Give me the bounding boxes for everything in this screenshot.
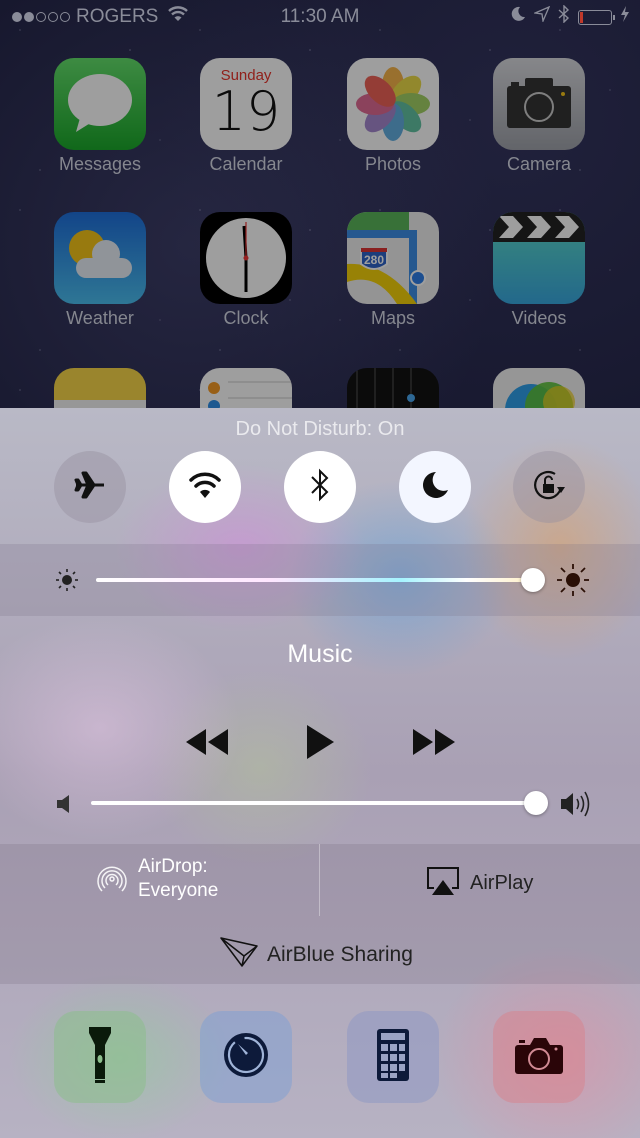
app-label: Camera — [506, 154, 572, 174]
app-label: Calendar — [209, 154, 283, 174]
app-photos[interactable]: Photos — [347, 58, 439, 175]
app-weather[interactable]: Weather — [54, 212, 146, 329]
brightness-slider-knob[interactable] — [521, 568, 545, 592]
volume-slider-knob[interactable] — [524, 791, 548, 815]
volume-low-icon — [56, 794, 72, 819]
airplay-label: AirPlay — [470, 872, 534, 894]
app-reminders[interactable] — [200, 368, 292, 408]
photos-icon — [347, 58, 439, 150]
moon-icon — [510, 6, 526, 28]
airblue-label: AirBlue Sharing — [267, 942, 413, 966]
camera-button[interactable] — [493, 1011, 585, 1103]
airplane-icon — [74, 469, 106, 506]
airdrop-icon — [94, 859, 130, 900]
rotation-lock-icon — [531, 467, 567, 508]
rewind-icon — [184, 727, 230, 762]
rotation-lock-toggle[interactable] — [513, 451, 585, 523]
app-stocks[interactable] — [347, 368, 439, 408]
stocks-icon — [347, 368, 439, 408]
bluetooth-icon — [558, 4, 570, 29]
fast-forward-button[interactable] — [411, 728, 457, 760]
maps-icon: 280 — [347, 212, 439, 304]
rewind-button[interactable] — [184, 728, 230, 760]
app-messages[interactable]: Messages — [54, 58, 146, 175]
app-maps[interactable]: 280 Maps — [347, 212, 439, 329]
airdrop-button[interactable]: AirDrop: Everyone — [94, 855, 218, 903]
flashlight-icon — [87, 1025, 113, 1090]
paper-plane-icon — [220, 936, 258, 973]
videos-icon — [493, 212, 585, 304]
calendar-icon: Sunday 19 — [200, 58, 292, 150]
highway-shield: 280 — [364, 253, 384, 267]
charging-icon — [620, 6, 630, 28]
timer-button[interactable] — [200, 1011, 292, 1103]
bluetooth-icon — [310, 468, 330, 507]
battery-icon — [578, 9, 615, 25]
app-clock[interactable]: Clock — [200, 212, 292, 329]
do-not-disturb-toggle[interactable] — [399, 451, 471, 523]
brightness-low-icon — [55, 568, 79, 597]
app-label: Clock — [223, 308, 269, 328]
calculator-button[interactable] — [347, 1011, 439, 1103]
status-bar: ROGERS 11:30 AM — [0, 0, 640, 34]
calculator-icon — [376, 1028, 410, 1087]
volume-slider[interactable] — [91, 801, 535, 805]
app-calendar[interactable]: Sunday 19 Calendar — [200, 58, 292, 175]
control-center: Do Not Disturb: On Music AirDrop: Everyo… — [0, 408, 640, 1138]
weather-icon — [54, 212, 146, 304]
app-label: Photos — [364, 154, 422, 174]
app-label: Messages — [58, 154, 142, 174]
notes-icon — [54, 368, 146, 408]
camera-icon — [514, 1035, 564, 1080]
app-videos[interactable]: Videos — [493, 212, 585, 329]
airdrop-status: Everyone — [138, 880, 219, 901]
brightness-slider[interactable] — [96, 578, 532, 582]
reminders-icon — [200, 368, 292, 408]
calendar-date: 19 — [211, 80, 281, 143]
music-title: Music — [287, 640, 353, 668]
airplay-button[interactable]: AirPlay — [426, 866, 533, 901]
app-notes[interactable] — [54, 368, 146, 408]
timer-icon — [222, 1031, 270, 1084]
camera-icon — [493, 58, 585, 150]
messages-icon — [54, 58, 146, 150]
app-camera[interactable]: Camera — [493, 58, 585, 175]
location-icon — [532, 5, 551, 28]
play-icon — [305, 724, 335, 765]
volume-high-icon — [560, 789, 594, 824]
status-text: Do Not Disturb: On — [235, 418, 405, 440]
airblue-sharing-button[interactable]: AirBlue Sharing — [220, 936, 413, 973]
bluetooth-toggle[interactable] — [284, 451, 356, 523]
moon-icon — [420, 470, 450, 505]
app-label: Weather — [66, 308, 134, 328]
wifi-toggle[interactable] — [169, 451, 241, 523]
fast-forward-icon — [411, 727, 457, 762]
flashlight-button[interactable] — [54, 1011, 146, 1103]
home-screen: ROGERS 11:30 AM Messages Sunday 19 Calen… — [0, 0, 640, 408]
app-label: Maps — [370, 308, 415, 328]
wifi-icon — [189, 471, 221, 504]
brightness-high-icon — [556, 563, 590, 602]
airdrop-label: AirDrop: — [138, 856, 208, 877]
clock-icon — [200, 212, 292, 304]
play-button[interactable] — [304, 724, 336, 765]
game-center-icon — [493, 368, 585, 408]
airplane-mode-toggle[interactable] — [54, 451, 126, 523]
app-game-center[interactable] — [493, 368, 585, 408]
divider — [319, 844, 320, 916]
app-label: Videos — [511, 308, 567, 328]
airplay-icon — [426, 866, 460, 901]
